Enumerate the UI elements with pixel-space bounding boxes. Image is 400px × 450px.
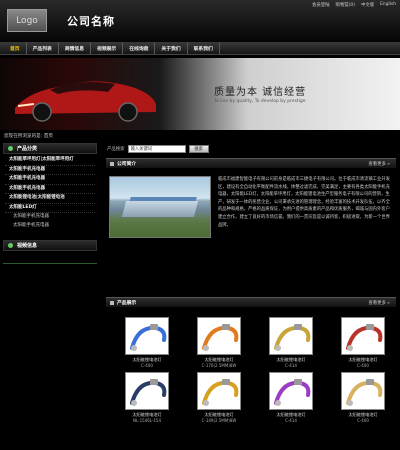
products-header: 产品展示 查看更多 »: [106, 297, 396, 307]
product-card[interactable]: 太阳能锂电池灯 C-414: [263, 317, 319, 368]
products-title: 产品展示: [117, 301, 137, 306]
search-bar: 产品搜索 搜索: [107, 145, 209, 153]
breadcrumb: 您现在所浏览的是: 首页: [4, 134, 53, 139]
product-image[interactable]: [269, 317, 313, 355]
product-code: C-400: [357, 418, 369, 423]
banner: 质量为本 诚信经营 To live by quality, To develop…: [0, 58, 400, 130]
nav-about[interactable]: 关于我们: [155, 42, 188, 54]
category-item[interactable]: 太阳能手机充电器: [5, 175, 95, 185]
search-input[interactable]: [127, 145, 186, 153]
bullet-icon: [8, 146, 13, 151]
chinese-version-link[interactable]: 中文版: [361, 2, 374, 8]
products-more-link[interactable]: 查看更多 »: [368, 300, 390, 306]
category-item[interactable]: 太阳能锂电池|太阳能锂电池: [5, 194, 95, 204]
nav-home[interactable]: 首页: [4, 42, 27, 54]
logo[interactable]: Logo: [7, 9, 47, 32]
category-header: 产品分类: [3, 143, 97, 154]
sidebar: 产品分类 太阳能草坪用灯|太阳能草坪用灯 太阳能手机充电器 太阳能手机充电器 太…: [3, 143, 97, 270]
intro-title: 公司简介: [117, 162, 137, 167]
category-item[interactable]: 太阳能手机充电器: [5, 185, 95, 194]
factory-image: [109, 176, 211, 238]
cart-link[interactable]: 购物篮(0): [336, 2, 355, 8]
search-button[interactable]: 搜索: [188, 145, 209, 153]
product-image[interactable]: [197, 317, 241, 355]
product-card[interactable]: 太阳能锂电池灯 C-400: [335, 317, 391, 368]
banner-slogan: 质量为本 诚信经营: [214, 87, 307, 98]
bullet-icon: [110, 300, 114, 305]
product-code: C-400: [357, 363, 369, 368]
car-image: [15, 81, 156, 122]
product-code: C-149(2.5MM)8W: [201, 418, 237, 423]
product-image[interactable]: [341, 317, 385, 355]
category-list: 太阳能草坪用灯|太阳能草坪用灯 太阳能手机充电器 太阳能手机充电器 太阳能手机充…: [3, 154, 97, 234]
top-links: 会员登陆 购物篮(0) 中文版 English: [312, 2, 396, 8]
product-code: C-414: [285, 418, 297, 423]
intro-section: 公司简介 查看更多 » 临成市福建智能电子有限公司前身是临成市三捷电子有限公司。…: [106, 158, 396, 238]
bullet-icon: [110, 161, 114, 166]
nav-inquiry[interactable]: 在线询盘: [123, 42, 156, 54]
bullet-icon: [8, 243, 13, 248]
product-image[interactable]: [341, 372, 385, 410]
video-title[interactable]: 视频信息: [17, 242, 37, 249]
product-code: C-414: [285, 363, 297, 368]
product-card[interactable]: 太阳能锂电池灯 NL-1546L-154: [119, 372, 175, 423]
nav-business-info[interactable]: 商情信息: [59, 42, 92, 54]
category-item[interactable]: 太阳能LED灯: [5, 204, 95, 213]
nav-contact[interactable]: 联系我们: [188, 42, 220, 54]
category-title: 产品分类: [17, 146, 38, 152]
category-item[interactable]: 太阳能手机充电器: [5, 166, 95, 175]
product-image[interactable]: [125, 372, 169, 410]
main-nav: 首页 产品列表 商情信息 视频展示 在线询盘 关于我们 联系我们: [0, 42, 400, 55]
product-card[interactable]: 太阳能锂电池灯 C-400: [335, 372, 391, 423]
product-image[interactable]: [269, 372, 313, 410]
search-label: 产品搜索: [107, 147, 125, 152]
product-code: C-400: [141, 363, 153, 368]
company-name: 公司名称: [67, 15, 115, 28]
product-card[interactable]: 太阳能锂电池灯 C-170(2.5MM)8W: [191, 317, 247, 368]
member-login-link[interactable]: 会员登陆: [312, 2, 330, 8]
intro-text: 临成市福建智能电子有限公司前身是临成市三捷电子有限公司。位于临成市清流镇工业开发…: [218, 177, 390, 228]
products-section: 产品展示 查看更多 » 太阳能锂电池灯 C-400 太阳能锂电池灯 C-170(2.5…: [106, 297, 396, 423]
product-card[interactable]: 太阳能锂电池灯 C-414: [263, 372, 319, 423]
video-header: 视频信息: [3, 240, 97, 251]
nav-products[interactable]: 产品列表: [27, 42, 59, 54]
intro-header: 公司简介 查看更多 »: [106, 158, 396, 168]
product-card[interactable]: 太阳能锂电池灯 C-400: [119, 317, 175, 368]
product-code: NL-1546L-154: [132, 418, 161, 423]
nav-videos[interactable]: 视频展示: [91, 42, 124, 54]
product-image[interactable]: [125, 317, 169, 355]
subcategory-item[interactable]: 太阳能手机充电器: [5, 222, 95, 231]
intro-more-link[interactable]: 查看更多 »: [368, 161, 390, 167]
product-image[interactable]: [197, 372, 241, 410]
category-item[interactable]: 太阳能草坪用灯|太阳能草坪用灯: [5, 156, 95, 166]
banner-slogan-en: To live by quality, To develop by presti…: [214, 99, 306, 104]
subcategory-item[interactable]: 太阳能手机充电器: [5, 213, 95, 222]
english-version-link[interactable]: English: [380, 2, 396, 8]
product-grid: 太阳能锂电池灯 C-400 太阳能锂电池灯 C-170(2.5MM)8W 太阳能锂电池灯…: [106, 307, 396, 423]
header: Logo 公司名称 会员登陆 购物篮(0) 中文版 English: [0, 0, 400, 42]
product-card[interactable]: 太阳能锂电池灯 C-149(2.5MM)8W: [191, 372, 247, 423]
product-code: C-170(2.5MM)8W: [201, 363, 237, 368]
